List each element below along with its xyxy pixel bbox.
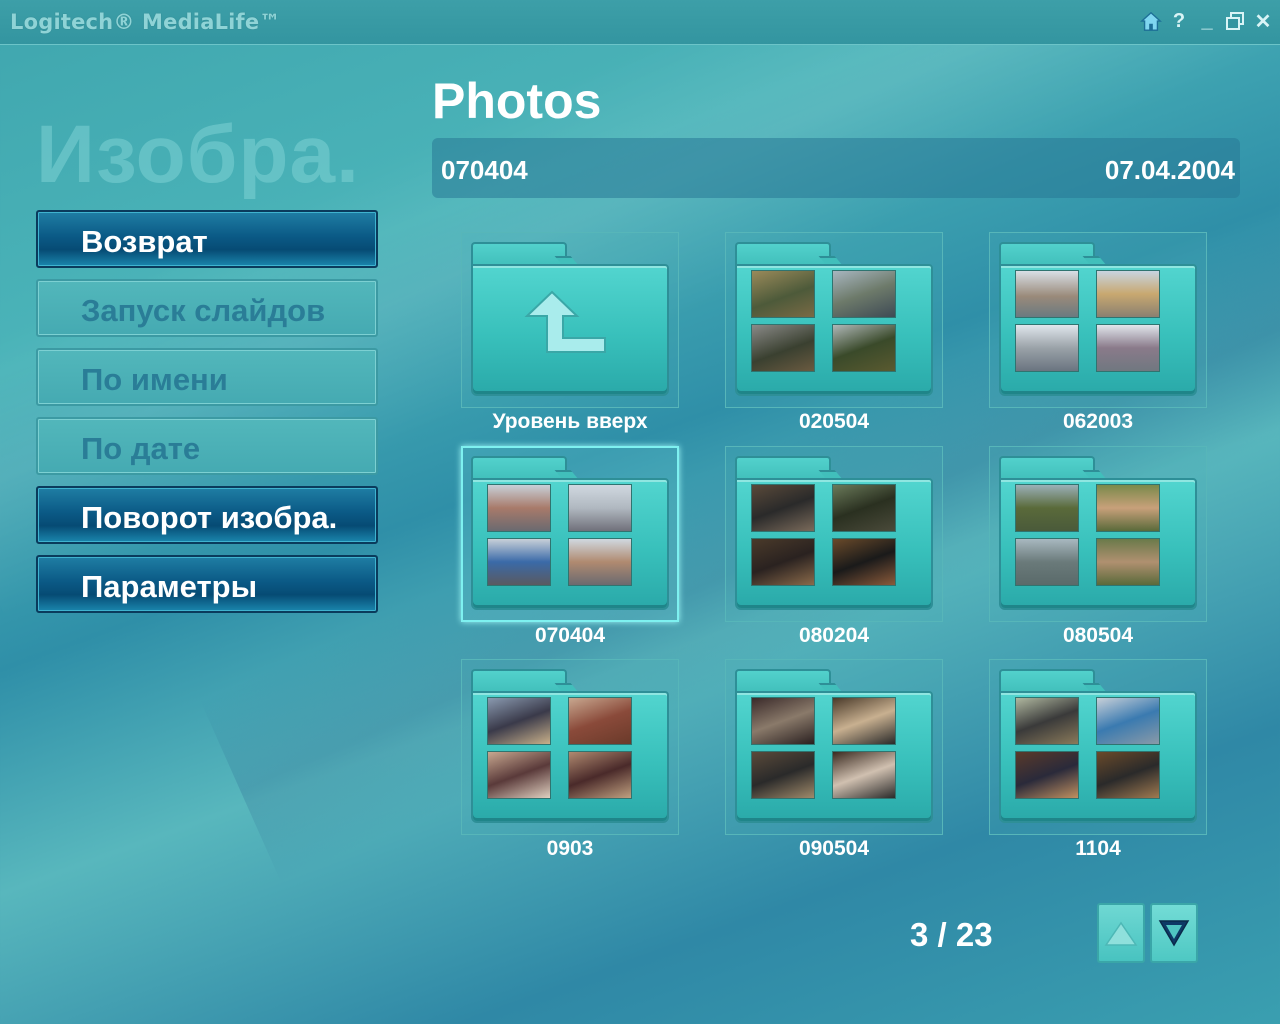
page-indicator: 3 / 23	[910, 916, 993, 953]
slideshow-button[interactable]: Запуск слайдов	[36, 279, 378, 337]
app-title: Logitech® MediaLife™	[10, 10, 281, 34]
photo-thumbnail	[832, 270, 896, 318]
photo-thumbnail	[751, 484, 815, 532]
photo-thumbnail	[487, 538, 551, 586]
photo-thumbnail	[568, 538, 632, 586]
photo-thumbnail	[1015, 538, 1079, 586]
photo-thumbnail	[1015, 270, 1079, 318]
folder-tile[interactable]: 020504	[725, 232, 943, 433]
side-menu: Возврат Запуск слайдов По имени По дате …	[36, 210, 378, 624]
photo-thumbnail	[1096, 697, 1160, 745]
folder-thumbnails	[751, 484, 897, 588]
folder-thumbnails	[487, 484, 633, 588]
photo-thumbnail	[832, 751, 896, 799]
title-bar: Logitech® MediaLife™ ? _ ✕	[0, 0, 1280, 45]
folder-label: 080204	[798, 624, 870, 647]
help-icon[interactable]: ?	[1168, 8, 1190, 34]
folder-tile[interactable]: 062003	[989, 232, 1207, 433]
folder-label: 090504	[798, 837, 870, 860]
folder-tile[interactable]: 090504	[725, 659, 943, 860]
folder-label: Уровень вверх	[492, 410, 648, 433]
folder-label: 062003	[1062, 410, 1134, 433]
photo-thumbnail	[832, 538, 896, 586]
rotate-image-button[interactable]: Поворот изобра.	[36, 486, 378, 544]
photo-thumbnail	[1096, 484, 1160, 532]
triangle-down-icon	[1158, 920, 1190, 947]
folder-tile-up[interactable]: Уровень вверх	[461, 232, 679, 433]
folder-thumbnails	[487, 697, 633, 801]
folder-tile[interactable]: 080204	[725, 446, 943, 647]
current-folder-name: 070404	[441, 155, 528, 185]
photo-thumbnail	[832, 484, 896, 532]
folder-label: 020504	[798, 410, 870, 433]
folder-tile[interactable]: 1104	[989, 659, 1207, 860]
back-button[interactable]: Возврат	[36, 210, 378, 268]
photo-thumbnail	[1015, 751, 1079, 799]
photo-thumbnail	[751, 697, 815, 745]
page-up-button[interactable]	[1097, 903, 1145, 963]
photo-thumbnail	[568, 751, 632, 799]
photo-thumbnail	[487, 751, 551, 799]
photo-thumbnail	[832, 324, 896, 372]
folder-label: 1104	[1075, 837, 1121, 860]
close-icon[interactable]: ✕	[1252, 8, 1274, 34]
section-watermark: Изобра.	[36, 109, 360, 200]
photo-thumbnail	[751, 324, 815, 372]
folder-label: 080504	[1062, 624, 1134, 647]
folder-label: 070404	[534, 624, 606, 647]
sort-by-name-button[interactable]: По имени	[36, 348, 378, 406]
restore-icon[interactable]	[1224, 8, 1246, 34]
folder-tile[interactable]: 080504	[989, 446, 1207, 647]
photo-thumbnail	[568, 697, 632, 745]
path-bar: 070404 07.04.2004	[432, 138, 1240, 198]
folder-tile-selected[interactable]: 070404	[461, 446, 679, 647]
photo-thumbnail	[1096, 751, 1160, 799]
home-icon[interactable]	[1140, 8, 1162, 34]
photo-thumbnail	[1015, 697, 1079, 745]
folder-tile[interactable]: 0903	[461, 659, 679, 860]
folder-thumbnails	[1015, 270, 1161, 374]
settings-button[interactable]: Параметры	[36, 555, 378, 613]
folder-thumbnails	[751, 270, 897, 374]
photo-thumbnail	[1096, 324, 1160, 372]
photo-thumbnail	[487, 484, 551, 532]
photo-thumbnail	[1096, 270, 1160, 318]
window-controls: ? _ ✕	[1140, 6, 1274, 36]
page-title: Photos	[432, 73, 602, 129]
folder-label: 0903	[546, 837, 594, 860]
photo-thumbnail	[568, 484, 632, 532]
photo-thumbnail	[751, 538, 815, 586]
folder-thumbnails	[1015, 484, 1161, 588]
photo-thumbnail	[832, 697, 896, 745]
photo-thumbnail	[751, 270, 815, 318]
photo-thumbnail	[751, 751, 815, 799]
sort-by-date-button[interactable]: По дате	[36, 417, 378, 475]
current-folder-date: 07.04.2004	[1104, 155, 1235, 185]
minimize-icon[interactable]: _	[1196, 8, 1218, 34]
up-level-icon	[524, 290, 606, 353]
photo-thumbnail	[1096, 538, 1160, 586]
photo-thumbnail	[1015, 324, 1079, 372]
triangle-up-icon	[1104, 921, 1138, 946]
folder-thumbnails	[1015, 697, 1161, 801]
folder-thumbnails	[751, 697, 897, 801]
page-down-button[interactable]	[1150, 903, 1198, 963]
photo-thumbnail	[1015, 484, 1079, 532]
photo-thumbnail	[487, 697, 551, 745]
